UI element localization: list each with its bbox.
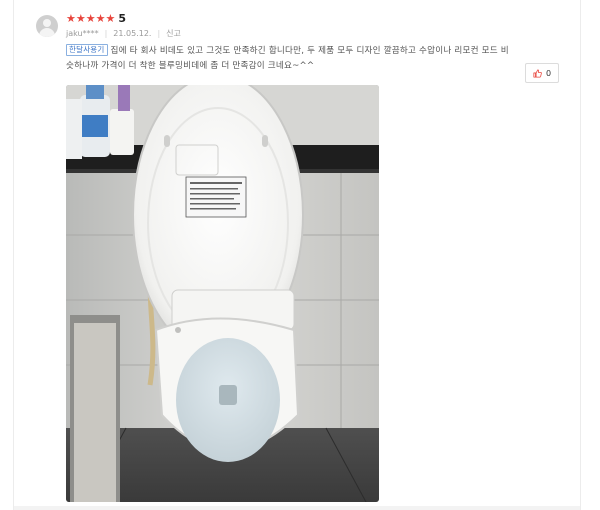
- report-link[interactable]: 신고: [166, 28, 181, 39]
- review-card-bottom-border: [14, 506, 580, 510]
- review-meta: jaku**** | 21.05.12. | 신고: [66, 28, 181, 39]
- review-date: 21.05.12.: [113, 29, 152, 38]
- star-rating: ★ ★ ★ ★ ★ 5: [66, 13, 126, 25]
- star-icon: ★: [75, 12, 86, 25]
- reviewer-name: jaku****: [66, 29, 99, 38]
- usage-badge: 한달사용기: [66, 44, 108, 56]
- bidet-photo: [66, 85, 379, 502]
- meta-separator: |: [157, 29, 161, 38]
- star-icon: ★: [66, 12, 76, 25]
- review-body: 한달사용기 집에 타 회사 비데도 있고 그것도 만족하긴 합니다만, 두 제품 …: [66, 44, 510, 74]
- review-photo[interactable]: [66, 85, 379, 502]
- like-count: 0: [545, 68, 552, 78]
- review-card-right-border: [580, 0, 581, 510]
- star-icon: ★: [95, 12, 106, 25]
- user-avatar: [36, 15, 58, 37]
- like-button[interactable]: 0: [525, 63, 559, 83]
- thumbs-up-icon: [533, 68, 542, 78]
- star-icon: ★: [85, 12, 96, 25]
- meta-separator: |: [104, 29, 108, 38]
- star-icon: ★: [105, 12, 116, 25]
- review-card-left-border: [13, 0, 14, 510]
- rating-value: 5: [118, 12, 127, 25]
- review-text: 집에 타 회사 비데도 있고 그것도 만족하긴 합니다만, 두 제품 모두 디자…: [66, 46, 509, 71]
